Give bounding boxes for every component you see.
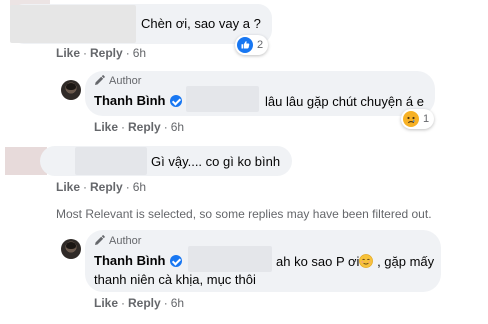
pen-icon <box>95 75 105 85</box>
timestamp[interactable]: 6h <box>171 296 184 310</box>
reaction-count: 1 <box>423 113 430 125</box>
comment-actions: Like · Reply · 6h <box>56 180 147 194</box>
redacted-mention <box>188 246 272 272</box>
timestamp[interactable]: 6h <box>133 46 146 60</box>
author-label: Author <box>109 235 142 247</box>
like-link[interactable]: Like <box>94 296 118 310</box>
relieved-face-icon <box>359 254 374 268</box>
reaction-badge[interactable]: 1 <box>401 109 435 129</box>
comment-actions: Like · Reply · 6h <box>56 46 147 60</box>
reply-link[interactable]: Reply <box>128 120 161 134</box>
redacted-name <box>10 5 136 43</box>
reply-text-line2: thanh niên cà khịa, mục thôi <box>94 272 256 287</box>
comment-text: Chèn ơi, sao vay a ? <box>141 16 261 31</box>
sad-face-icon <box>403 111 419 127</box>
like-link[interactable]: Like <box>94 120 118 134</box>
commenter-name[interactable]: Thanh Bình <box>94 93 182 108</box>
reaction-badge[interactable]: 2 <box>235 35 269 55</box>
verified-icon <box>169 95 182 107</box>
author-label: Author <box>109 75 142 87</box>
comment-text: Gì vậy.... co gì ko bình <box>151 154 281 169</box>
timestamp[interactable]: 6h <box>171 120 184 134</box>
reply-actions: Like · Reply · 6h <box>94 120 185 134</box>
reply-link[interactable]: Reply <box>90 46 123 60</box>
avatar[interactable] <box>61 80 81 100</box>
pen-icon <box>95 235 105 245</box>
author-badge: Author <box>94 235 141 247</box>
like-link[interactable]: Like <box>56 180 80 194</box>
verified-icon <box>169 255 182 267</box>
reply-link[interactable]: Reply <box>90 180 123 194</box>
avatar[interactable] <box>61 239 81 259</box>
reaction-count: 2 <box>257 39 264 51</box>
timestamp[interactable]: 6h <box>133 180 146 194</box>
filter-notice: Most Relevant is selected, so some repli… <box>56 207 432 221</box>
redacted-mention <box>186 86 259 112</box>
commenter-name[interactable]: Thanh Bình <box>94 253 182 268</box>
author-badge: Author <box>94 75 141 87</box>
like-icon <box>237 37 253 53</box>
redacted-name <box>75 147 147 175</box>
reply-text: lâu lâu gặp chút chuyện á e <box>265 94 425 109</box>
reply-text-line1: ah ko sao P ơi , gặp mấy <box>276 254 435 269</box>
reply-actions: Like · Reply · 6h <box>94 296 185 310</box>
reply-link[interactable]: Reply <box>128 296 161 310</box>
like-link[interactable]: Like <box>56 46 80 60</box>
